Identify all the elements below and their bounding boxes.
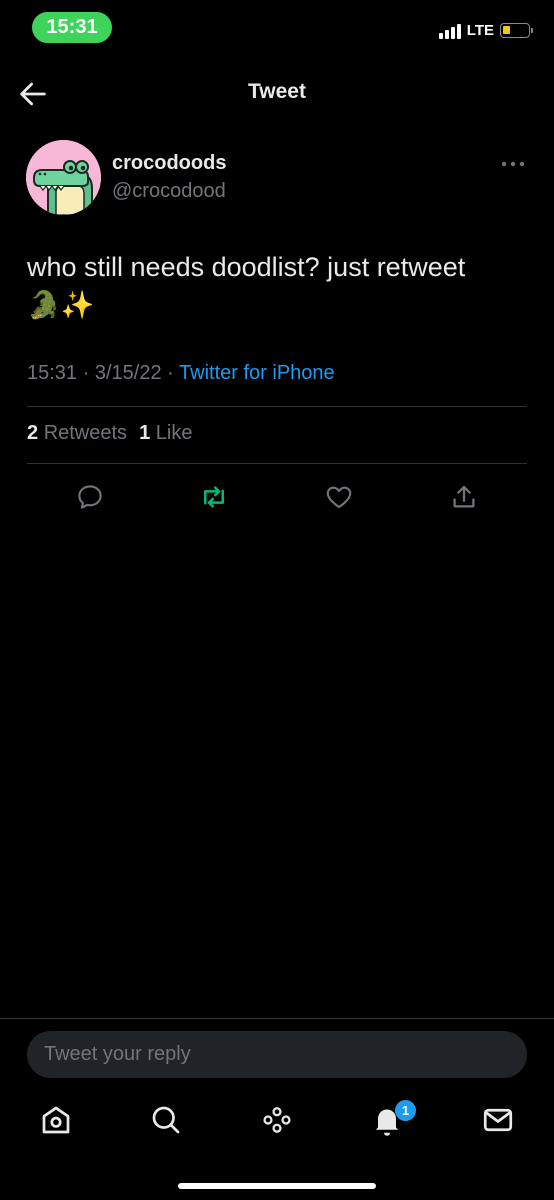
crocodile-avatar-icon bbox=[26, 140, 101, 215]
home-indicator[interactable] bbox=[178, 1183, 376, 1189]
engagement-counts: 2 Retweets 1 Like bbox=[27, 422, 192, 445]
top-nav-bar: Tweet bbox=[0, 60, 554, 126]
divider bbox=[27, 463, 527, 464]
likes-label: Like bbox=[155, 422, 193, 444]
retweets-count-link[interactable]: 2 Retweets bbox=[27, 422, 127, 445]
tweet-date: 3/15/22 bbox=[94, 362, 162, 384]
tweet-actions bbox=[0, 478, 554, 518]
meta-separator: · bbox=[82, 362, 90, 384]
status-time[interactable]: 15:31 bbox=[32, 12, 112, 43]
reply-input[interactable] bbox=[27, 1031, 527, 1078]
cellular-signal-icon bbox=[438, 23, 461, 39]
more-dots-icon[interactable] bbox=[498, 156, 528, 172]
retweet-icon[interactable] bbox=[199, 482, 229, 512]
likes-count-link[interactable]: 1 Like bbox=[139, 422, 192, 445]
home-icon[interactable] bbox=[38, 1102, 74, 1138]
share-icon[interactable] bbox=[449, 482, 479, 512]
tweet-source-link[interactable]: Twitter for iPhone bbox=[179, 362, 335, 384]
author-avatar[interactable] bbox=[26, 140, 101, 215]
battery-icon bbox=[500, 23, 533, 38]
author-name[interactable]: crocodoods bbox=[112, 152, 226, 175]
divider bbox=[27, 406, 527, 407]
tweet-text: who still needs doodlist? just retweet bbox=[27, 252, 466, 282]
messages-envelope-icon[interactable] bbox=[480, 1102, 516, 1138]
tweet-detail-screen: 15:31 LTE Tweet crocodoods @crocodood wh… bbox=[0, 0, 554, 1200]
tweet-time: 15:31 bbox=[27, 362, 78, 384]
retweets-count: 2 bbox=[27, 422, 39, 444]
bottom-tab-bar bbox=[0, 1098, 554, 1148]
tweet-meta: 15:31 · 3/15/22 · Twitter for iPhone bbox=[27, 362, 335, 385]
spaces-icon[interactable] bbox=[259, 1102, 295, 1138]
page-title: Tweet bbox=[248, 80, 306, 103]
divider bbox=[0, 1018, 554, 1019]
tweet-body: who still needs doodlist? just retweet 🐊… bbox=[27, 248, 527, 324]
heart-icon[interactable] bbox=[324, 482, 354, 512]
meta-separator: · bbox=[167, 362, 174, 384]
tweet-emoji: 🐊✨ bbox=[27, 290, 95, 320]
status-indicators: LTE bbox=[438, 22, 533, 39]
reply-icon[interactable] bbox=[75, 482, 105, 512]
author-handle: @crocodood bbox=[112, 180, 226, 202]
retweets-label: Retweets bbox=[43, 422, 128, 444]
likes-count: 1 bbox=[139, 422, 151, 444]
search-icon[interactable] bbox=[148, 1102, 184, 1138]
notification-badge: 1 bbox=[395, 1100, 416, 1121]
status-bar: 15:31 LTE bbox=[0, 0, 554, 56]
network-type: LTE bbox=[466, 22, 494, 39]
